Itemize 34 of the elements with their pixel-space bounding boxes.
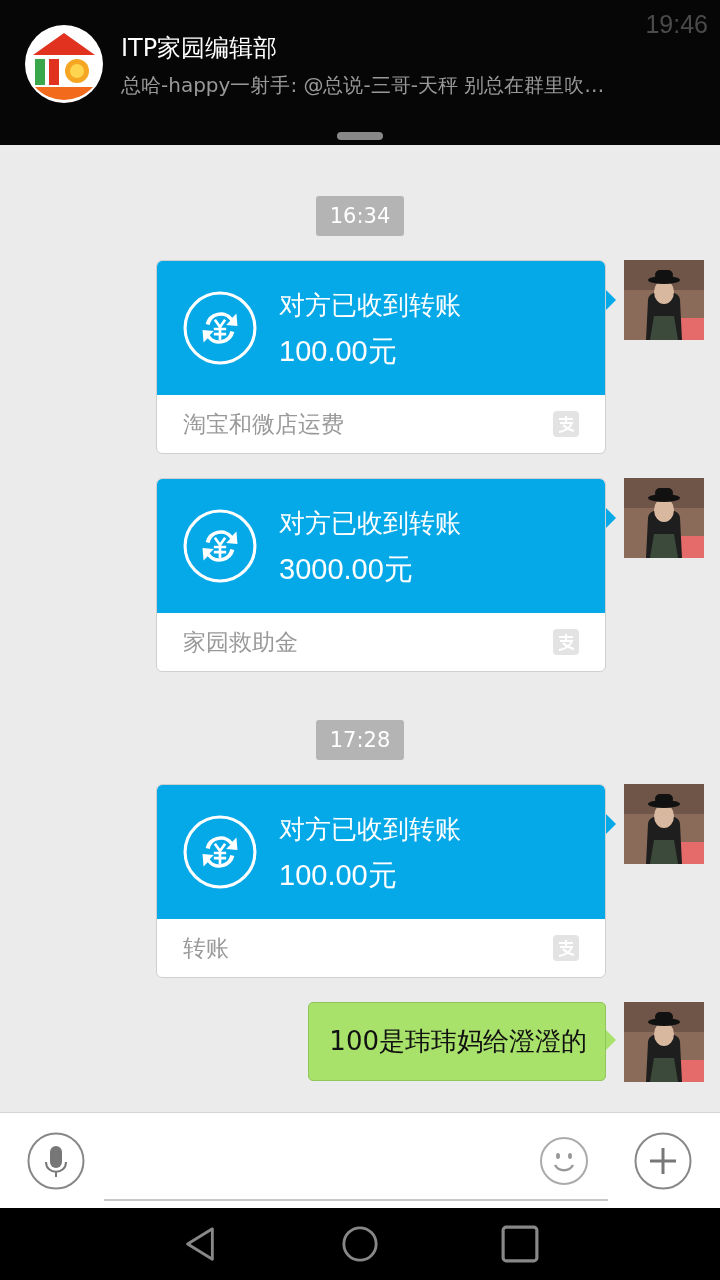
notification-title: ITP家园编辑部	[121, 33, 279, 63]
transfer-icon	[183, 509, 257, 583]
transfer-amount: 100.00元	[279, 334, 398, 368]
bubble-tail	[606, 508, 616, 528]
transfer-card[interactable]: 对方已收到转账 3000.00元 家园救助金	[156, 478, 606, 672]
payment-icon	[553, 411, 579, 437]
transfer-card[interactable]: 对方已收到转账 100.00元 淘宝和微店运费	[156, 260, 606, 454]
home-icon[interactable]	[341, 1225, 379, 1263]
payment-icon	[553, 935, 579, 961]
recent-apps-icon[interactable]	[501, 1225, 539, 1263]
add-button[interactable]	[634, 1131, 692, 1190]
transfer-note: 家园救助金	[183, 627, 298, 657]
emoji-button[interactable]	[540, 1136, 588, 1185]
bubble-tail	[606, 814, 616, 834]
transfer-amount: 3000.00元	[279, 552, 414, 586]
time-stamp: 16:34	[315, 196, 405, 236]
transfer-note: 淘宝和微店运费	[183, 409, 344, 439]
transfer-note: 转账	[183, 933, 229, 963]
transfer-icon	[183, 815, 257, 889]
bubble-tail	[606, 1030, 616, 1050]
microphone-button[interactable]	[27, 1131, 85, 1190]
time-stamp: 17:28	[315, 720, 405, 760]
payment-icon	[553, 629, 579, 655]
transfer-amount: 100.00元	[279, 858, 398, 892]
notification-message: 总哈-happy一射手: @总说-三哥-天秤 别总在群里吹…	[121, 72, 605, 99]
status-time: 19:46	[645, 9, 708, 39]
bubble-tail	[606, 290, 616, 310]
transfer-status: 对方已收到转账	[279, 289, 461, 322]
text-message: 100是玮玮妈给澄澄的	[308, 1002, 606, 1081]
drag-handle[interactable]	[337, 132, 383, 140]
transfer-icon	[183, 291, 257, 365]
transfer-status: 对方已收到转账	[279, 507, 461, 540]
transfer-card[interactable]: 对方已收到转账 100.00元 转账	[156, 784, 606, 978]
transfer-status: 对方已收到转账	[279, 813, 461, 846]
